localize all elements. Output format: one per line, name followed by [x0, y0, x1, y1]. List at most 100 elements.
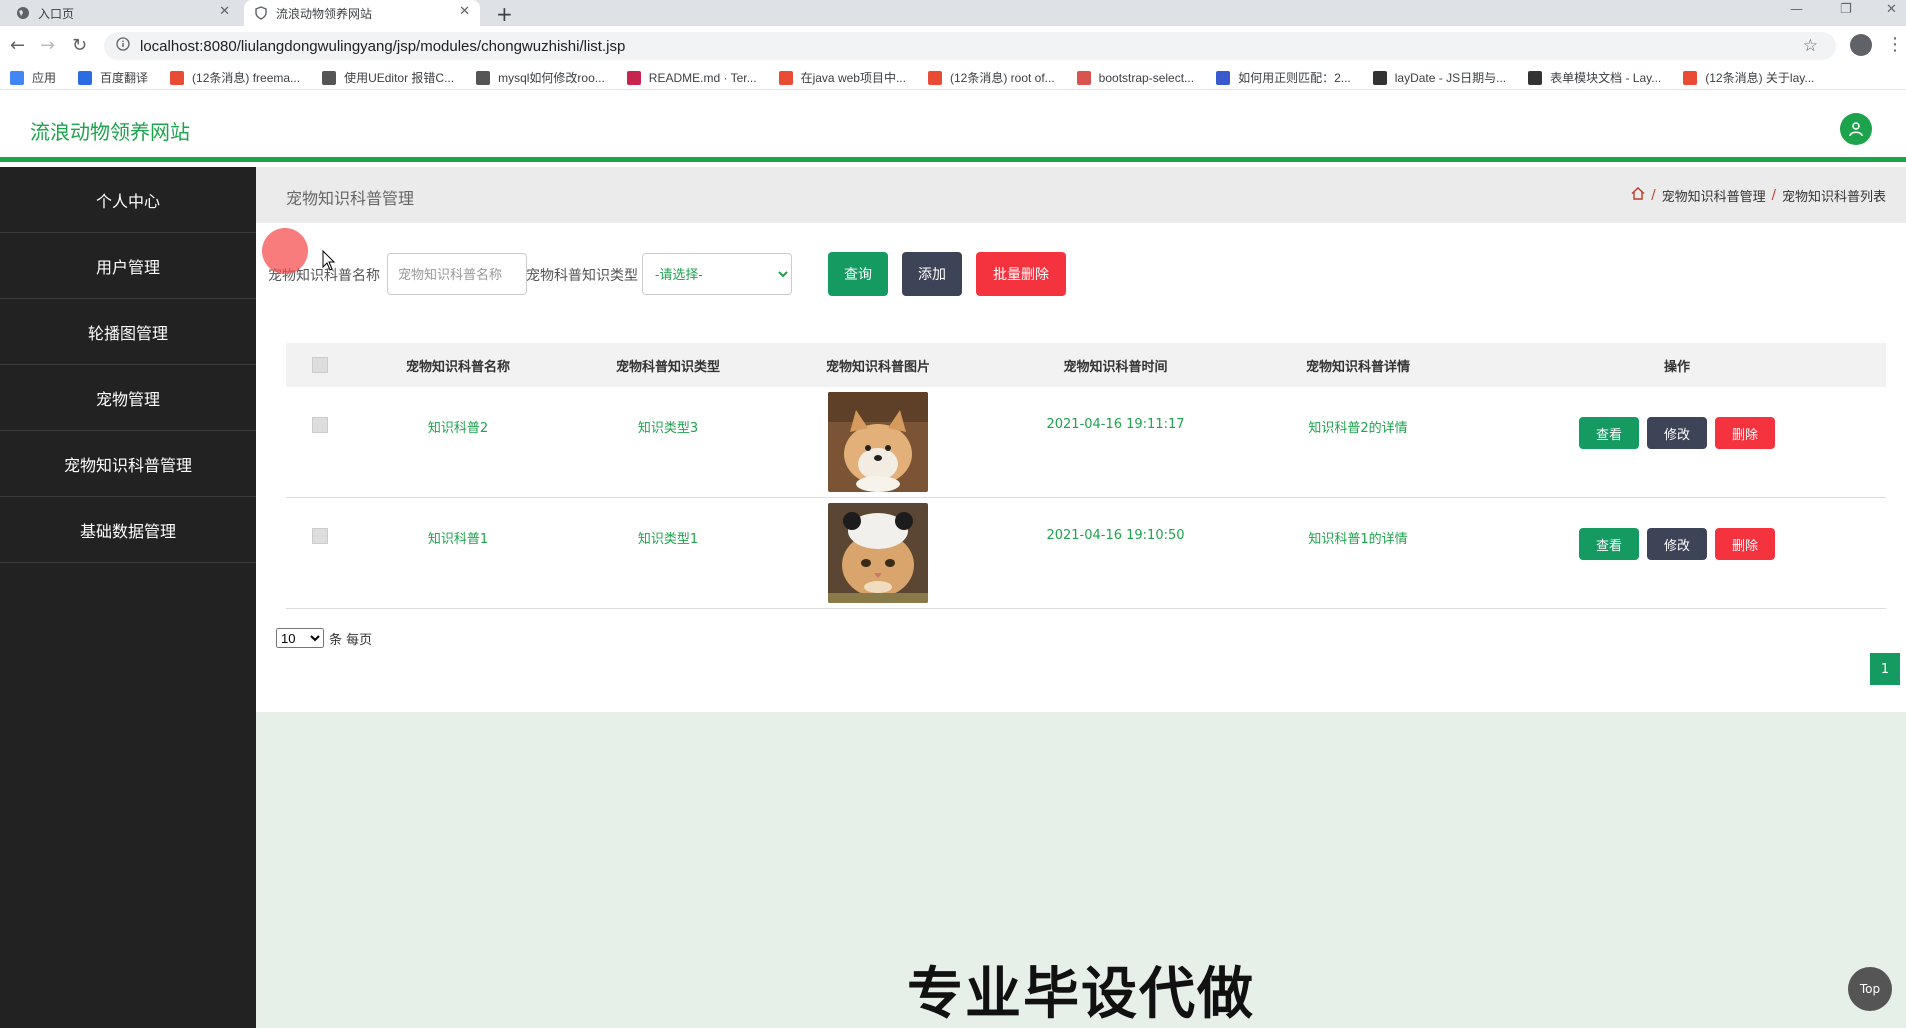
back-to-top-button[interactable]: Top: [1848, 967, 1892, 1011]
name-search-input[interactable]: [387, 253, 527, 295]
sidebar-item-personal-center[interactable]: 个人中心: [0, 167, 256, 233]
row-checkbox[interactable]: [311, 528, 328, 544]
sidebar-item-label: 个人中心: [95, 191, 160, 211]
browser-tab-active[interactable]: 流浪动物领养网站 ✕: [244, 0, 480, 26]
bookmark-label: (12条消息) 关于lay...: [1705, 71, 1815, 85]
row-type: 知识类型3: [637, 421, 699, 436]
bookmark-favicon-icon: [1372, 70, 1387, 85]
view-button[interactable]: 查看: [1579, 417, 1639, 449]
bookmark-item[interactable]: mysql如何修改roo...: [476, 69, 605, 86]
bookmark-favicon-icon: [626, 70, 641, 85]
bookmark-item[interactable]: 应用: [10, 69, 56, 86]
sidebar-item-pet-management[interactable]: 宠物管理: [0, 365, 256, 431]
bookmark-favicon-icon: [927, 70, 942, 85]
sidebar-item-label: 轮播图管理: [87, 323, 168, 343]
bookmark-item[interactable]: 使用UEditor 报错C...: [322, 69, 454, 86]
bookmark-label: mysql如何修改roo...: [498, 71, 605, 85]
edit-button[interactable]: 修改: [1647, 417, 1707, 449]
table-row: 知识科普1 知识类型1 2021-04-16 19:10:50 知识科普1的详情…: [286, 498, 1886, 609]
bookmark-star-icon[interactable]: ☆: [1803, 36, 1818, 56]
delete-button[interactable]: 删除: [1715, 528, 1775, 560]
column-header: 操作: [1663, 359, 1690, 375]
row-checkbox[interactable]: [311, 417, 328, 433]
menu-kebab-icon[interactable]: ⋮: [1886, 34, 1904, 55]
browser-tab-title: 流浪动物领养网站: [276, 6, 373, 21]
bookmark-favicon-icon: [1216, 70, 1231, 85]
select-all-checkbox[interactable]: [311, 357, 328, 373]
sidebar: 个人中心 用户管理 轮播图管理 宠物管理 宠物知识科普管理 基础数据管理: [0, 167, 256, 1028]
query-button[interactable]: 查询: [828, 252, 888, 296]
bookmark-item[interactable]: 如何用正则匹配：2...: [1216, 69, 1351, 86]
apps-grid-icon: [10, 70, 24, 85]
bookmark-label: 在java web项目中...: [800, 71, 906, 85]
address-bar[interactable]: localhost:8080/liulangdongwulingyang/jsp…: [104, 32, 1836, 60]
sidebar-item-label: 基础数据管理: [79, 521, 176, 541]
add-button[interactable]: 添加: [902, 252, 962, 296]
type-search-label: 宠物科普知识类型: [526, 268, 638, 284]
breadcrumb-item-current: 宠物知识科普列表: [1781, 190, 1886, 205]
bookmark-favicon-icon: [78, 70, 93, 85]
url-text: localhost:8080/liulangdongwulingyang/jsp…: [140, 37, 626, 55]
bookmark-item[interactable]: (12条消息) freema...: [170, 69, 300, 86]
info-icon[interactable]: [116, 37, 130, 55]
bookmark-item[interactable]: (12条消息) 关于lay...: [1683, 69, 1814, 86]
bookmarks-bar: 应用 百度翻译 (12条消息) freema... 使用UEditor 报错C... m…: [0, 66, 1906, 90]
minimize-icon[interactable]: —: [1790, 2, 1803, 17]
new-tab-icon[interactable]: +: [496, 2, 513, 26]
close-icon[interactable]: ✕: [219, 4, 230, 19]
bookmark-item[interactable]: bootstrap-select...: [1076, 70, 1194, 85]
row-actions: 查看 修改 删除: [1468, 498, 1886, 608]
row-time: 2021-04-16 19:10:50: [1046, 528, 1185, 543]
back-icon[interactable]: ←: [10, 35, 25, 56]
bookmark-item[interactable]: layDate - JS日期与...: [1372, 69, 1507, 86]
window-close-icon[interactable]: ✕: [1886, 2, 1897, 17]
mouse-cursor-icon: [322, 250, 336, 271]
promo-banner-text: 专业毕设代做: [907, 962, 1255, 1027]
bookmark-item[interactable]: 在java web项目中...: [778, 69, 906, 86]
sidebar-item-label: 用户管理: [95, 257, 160, 277]
user-icon[interactable]: [1840, 113, 1872, 145]
browser-tab-entry[interactable]: 入口页 ✕: [6, 0, 240, 26]
page-header: 宠物知识科普管理 / 宠物知识科普管理 / 宠物知识科普列表: [256, 167, 1906, 223]
bookmark-label: 百度翻译: [100, 71, 149, 85]
sidebar-item-base-data[interactable]: 基础数据管理: [0, 497, 256, 563]
app-header: 流浪动物领养网站: [0, 90, 1906, 162]
reload-icon[interactable]: ↻: [72, 35, 87, 56]
type-select[interactable]: -请选择-: [642, 253, 792, 295]
row-detail: 知识科普1的详情: [1308, 532, 1408, 547]
batch-delete-button[interactable]: 批量删除: [976, 252, 1066, 296]
bookmark-label: 表单模块文档 - Lay...: [1550, 71, 1662, 85]
content-panel: 宠物知识科普名称 宠物科普知识类型 -请选择- 查询 添加 批量删除 宠物知识科…: [256, 223, 1906, 712]
bookmark-item[interactable]: (12条消息) root of...: [927, 69, 1055, 86]
sidebar-item-pet-knowledge[interactable]: 宠物知识科普管理: [0, 431, 256, 497]
profile-avatar-icon[interactable]: [1850, 34, 1872, 56]
close-icon[interactable]: ✕: [459, 4, 470, 19]
edit-button[interactable]: 修改: [1647, 528, 1707, 560]
view-button[interactable]: 查看: [1579, 528, 1639, 560]
column-header: 宠物知识科普图片: [825, 359, 930, 375]
bookmark-label: layDate - JS日期与...: [1394, 71, 1507, 85]
bookmark-item[interactable]: 百度翻译: [78, 69, 148, 86]
page-title: 宠物知识科普管理: [286, 189, 415, 208]
restore-icon[interactable]: ❐: [1840, 2, 1852, 17]
home-icon[interactable]: [1631, 187, 1645, 204]
bookmark-label: 使用UEditor 报错C...: [344, 71, 455, 85]
bookmark-favicon-icon: [778, 70, 793, 85]
page-size-suffix: 条 每页: [329, 632, 373, 648]
bookmark-favicon-icon: [322, 70, 337, 85]
bookmark-item[interactable]: 表单模块文档 - Lay...: [1528, 69, 1661, 86]
row-detail: 知识科普2的详情: [1308, 421, 1408, 436]
sidebar-item-user-management[interactable]: 用户管理: [0, 233, 256, 299]
page-size-select[interactable]: 10: [276, 628, 324, 648]
click-indicator: [262, 228, 308, 274]
bookmark-item[interactable]: README.md · Ter...: [626, 70, 757, 85]
sidebar-item-carousel-management[interactable]: 轮播图管理: [0, 299, 256, 365]
shield-icon: [254, 6, 268, 20]
page-number-button[interactable]: 1: [1870, 653, 1900, 685]
breadcrumb-item[interactable]: 宠物知识科普管理: [1662, 186, 1766, 205]
site-title[interactable]: 流浪动物领养网站: [30, 116, 190, 145]
row-actions: 查看 修改 删除: [1468, 387, 1886, 497]
column-header: 宠物科普知识类型: [615, 359, 720, 375]
delete-button[interactable]: 删除: [1715, 417, 1775, 449]
forward-icon[interactable]: →: [40, 35, 55, 56]
